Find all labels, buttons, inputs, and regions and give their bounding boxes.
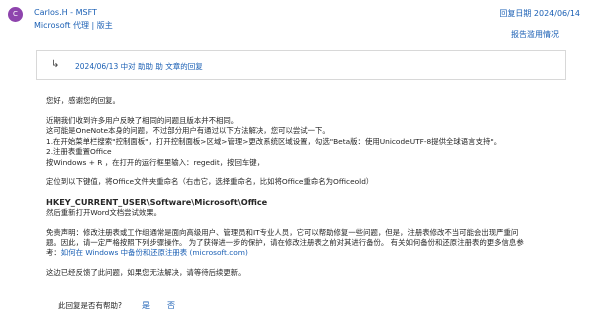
avatar: C — [8, 7, 23, 22]
closing-text: 这边已经反馈了此问题，如果您无法解决，请等待后续更新。 — [46, 268, 246, 278]
body-paragraph: 近期我们收到许多用户反映了相同的问题且版本并不相同。 — [46, 115, 239, 125]
quoted-reply-link[interactable]: 2024/06/13 中对 助助 助 文章的回复 — [75, 61, 203, 72]
registry-backup-link[interactable]: 如何在 Windows 中备份和还原注册表 (microsoft.com) — [61, 248, 248, 257]
body-paragraph: 按Windows + R ，在打开的运行框里输入：regedit，按回车键， — [46, 157, 265, 167]
greeting-text: 您好，感谢您的回复。 — [46, 96, 120, 105]
reply-arrow-icon: ↳ — [51, 59, 60, 70]
disclaimer-text: 题。因此，请一定严格按照下列步骤操作。 为了获得进一步的保护，请在修改注册表之前… — [46, 238, 524, 248]
body-paragraph: 这可能是OneNote本身的问题，不过部分用户有通过以下方法解决，您可以尝试一下… — [46, 126, 330, 136]
disclaimer-text: 免责声明：修改注册表或工作组通常是面向高级用户、管理员和IT专业人员，它可以帮助… — [46, 227, 519, 237]
body-paragraph: 然后重新打开Word文档尝试效果。 — [46, 207, 162, 217]
disclaimer-text: 考：如何在 Windows 中备份和还原注册表 (microsoft.com) — [46, 248, 586, 258]
helpful-question: 此回复是否有帮助? — [58, 301, 122, 310]
registry-key-path: HKEY_CURRENT_USER\Software\Microsoft\Off… — [46, 197, 268, 208]
body-paragraph: 定位到以下键值，将Office文件夹重命名（右击它，选择重命名，比如将Offic… — [46, 177, 374, 187]
author-name-link[interactable]: Carlos.H - MSFT — [34, 8, 97, 17]
reply-body: 您好，感谢您的回复。 近期我们收到许多用户反映了相同的问题且版本并不相同。 这可… — [46, 96, 586, 279]
body-paragraph: 2.注册表重置Office — [46, 147, 112, 157]
reply-date: 回复日期 2024/06/14 — [499, 9, 580, 18]
quoted-reply-box: ↳ 2024/06/13 中对 助助 助 文章的回复 — [36, 50, 566, 80]
report-abuse-link[interactable]: 报告滥用情况 — [511, 29, 559, 40]
helpful-yes-button[interactable]: 是 — [142, 300, 150, 311]
body-paragraph: 1.在开始菜单栏搜索"控制面板"，打开控制面板>区域>管理>更改系统区域设置，勾… — [46, 136, 502, 146]
disclaimer-prefix: 考： — [46, 248, 61, 258]
author-role: Microsoft 代理 | 版主 — [34, 21, 113, 30]
helpful-no-button[interactable]: 否 — [167, 300, 175, 311]
